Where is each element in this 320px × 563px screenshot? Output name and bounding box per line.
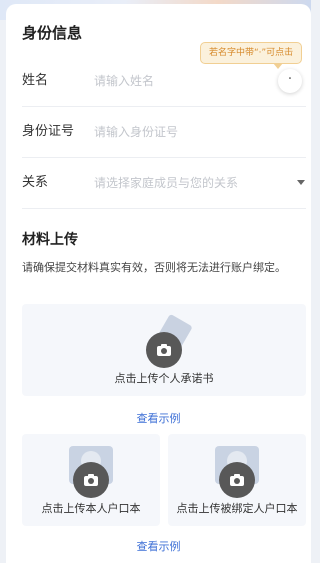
relation-label: 关系 [22,175,49,190]
own-household-upload-box[interactable]: 点击上传本人户口本 [22,434,160,526]
materials-section-title: 材料上传 [22,232,78,248]
dot-insert-button[interactable]: · [278,69,302,93]
relation-select[interactable]: 请选择家庭成员与您的关系 [94,158,238,208]
camera-icon[interactable] [219,462,255,498]
name-row: 姓名 · [22,56,306,107]
commitment-upload-label: 点击上传个人承诺书 [114,372,214,385]
own-household-upload-label: 点击上传本人户口本 [41,502,141,515]
name-input[interactable] [94,71,274,91]
id-number-label: 身份证号 [22,124,75,139]
form-card: 身份信息 若名字中带“·”可点击 姓名 · 身份证号 关系 请选择家庭成员与您的… [6,4,311,563]
id-number-row: 身份证号 [22,107,306,158]
name-label: 姓名 [22,73,49,88]
commitment-upload-box[interactable]: 点击上传个人承诺书 [22,304,306,396]
camera-icon[interactable] [73,462,109,498]
bound-household-upload-label: 点击上传被绑定人户口本 [176,502,298,515]
bound-household-upload-box[interactable]: 点击上传被绑定人户口本 [168,434,306,526]
upload-notice: 请确保提交材料真实有效，否则将无法进行账户绑定。 [22,261,286,274]
relation-row[interactable]: 关系 请选择家庭成员与您的关系 [22,158,306,209]
caret-down-icon[interactable] [297,180,305,185]
id-number-input[interactable] [94,122,274,142]
identity-section-title: 身份信息 [22,24,83,42]
camera-icon[interactable] [146,332,182,368]
view-example-link-1[interactable]: 查看示例 [6,410,311,426]
view-example-link-2[interactable]: 查看示例 [6,538,311,554]
